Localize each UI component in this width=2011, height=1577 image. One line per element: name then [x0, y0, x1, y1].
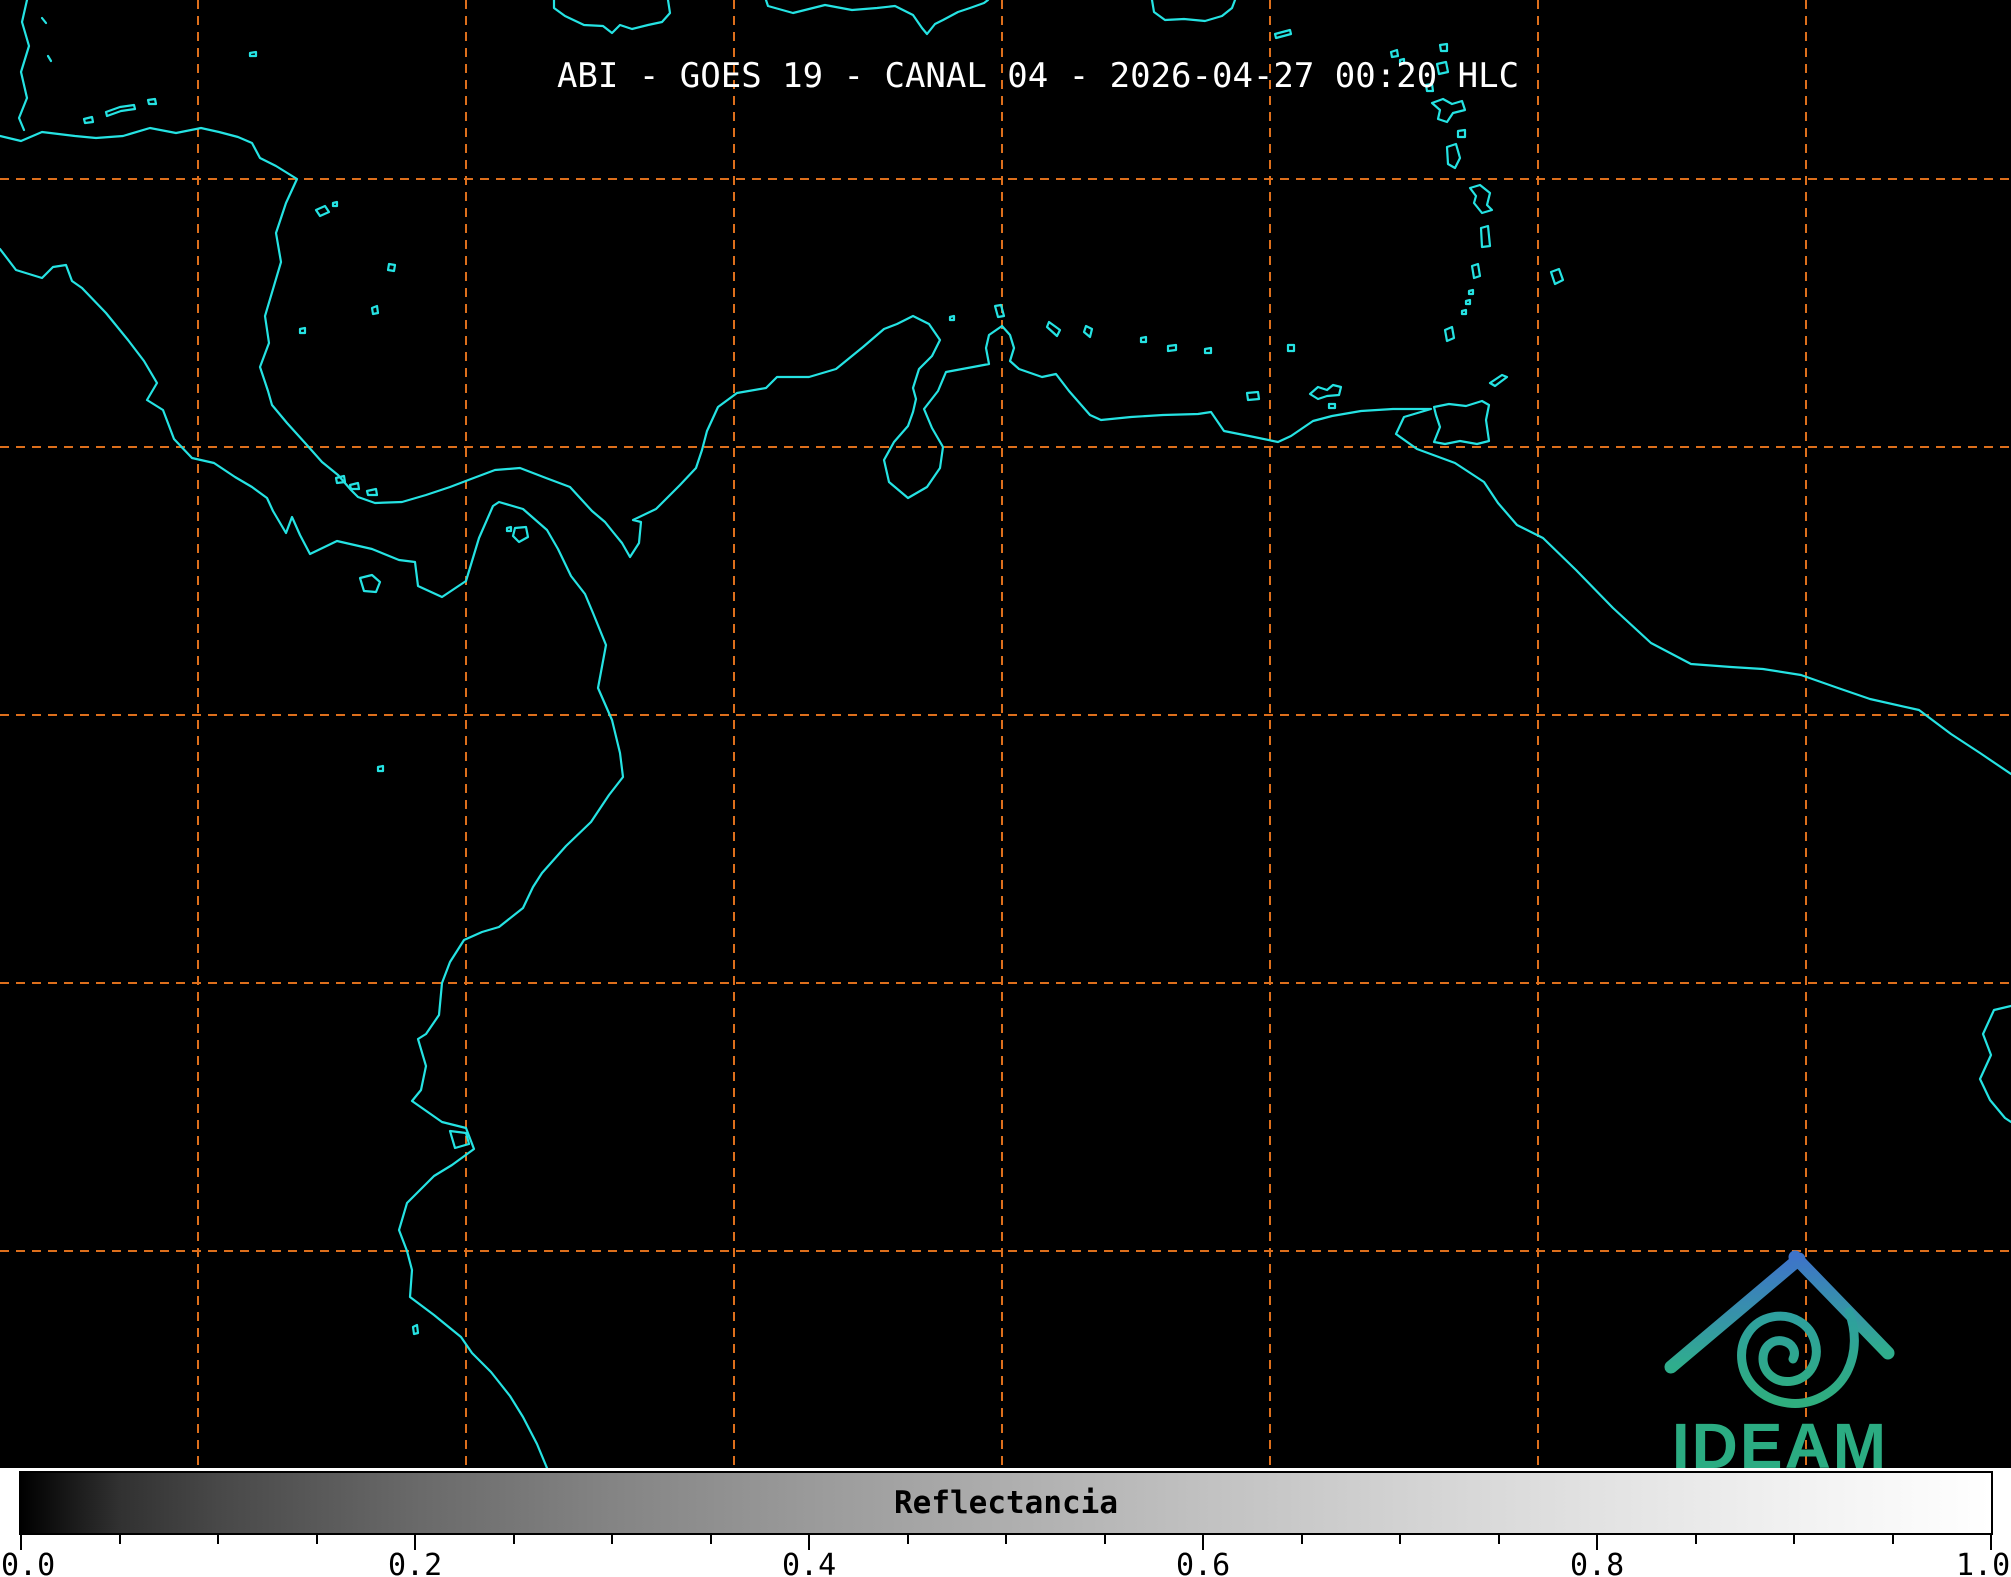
coastline-la-tortuga	[1245, 390, 1261, 402]
coastline-pacific-mainland	[0, 247, 625, 1468]
colorbar-label: Reflectancia	[894, 1485, 1118, 1521]
coastline-providencia	[386, 262, 397, 273]
coastline-corn-island	[298, 326, 307, 335]
colorbar-minor-tick	[611, 1535, 613, 1544]
coastline-la-blanquilla	[1286, 343, 1296, 353]
coastline-tobago	[1488, 373, 1509, 388]
colorbar-minor-tick	[1891, 1535, 1894, 1544]
colorbar-tick-label: 0.6	[1176, 1548, 1231, 1577]
coastline-barbuda	[1438, 42, 1449, 53]
coastline-coiba-island	[358, 573, 382, 594]
colorbar-minor-tick	[1793, 1535, 1795, 1544]
map-area: ABI - GOES 19 - CANAL 04 - 2026-04-27 00…	[0, 0, 2011, 1468]
colorbar-minor-tick	[217, 1535, 219, 1544]
colorbar-tick-label: 0.4	[782, 1548, 837, 1577]
ideam-logo: IDEAM	[1664, 1250, 1895, 1468]
coastline-guadeloupe	[1430, 97, 1467, 124]
coastline-dominica	[1445, 142, 1462, 170]
coastline-curacao	[1045, 320, 1062, 338]
coastline-st-lucia	[1479, 224, 1492, 249]
colorbar-tick-label: 0.2	[388, 1548, 443, 1577]
coastline-puerto-rico-south-coast	[1150, 0, 1237, 23]
colorbar-minor-tick	[1694, 1535, 1697, 1544]
coastline-barbados	[1549, 267, 1565, 286]
logo-text: IDEAM	[1672, 1410, 1888, 1468]
coastline-coche	[1327, 402, 1337, 410]
colorbar-tick-label: 0.0	[1, 1548, 56, 1577]
coastline-san-andres	[370, 304, 380, 316]
coastline-malpelo-island	[376, 764, 385, 773]
colorbar-minor-tick	[1497, 1535, 1500, 1544]
coastline-grenadine-3	[1467, 288, 1475, 296]
coastline-roatan-island	[104, 103, 137, 118]
coastline-grenada	[1443, 325, 1456, 343]
colorbar-minor-tick	[709, 1535, 712, 1544]
colorbar-minor-tick	[118, 1535, 121, 1544]
coastline-martinique	[1468, 183, 1494, 215]
coastline-belize-coast	[17, 0, 31, 132]
colorbar-minor-tick	[1005, 1535, 1007, 1544]
logo-hurricane-swirl-icon	[1737, 1307, 1859, 1408]
coastline-bocas-island-3	[365, 487, 379, 497]
coastline-bonaire	[1082, 324, 1094, 339]
coastline-hispaniola-south-coast	[764, 0, 990, 36]
colorbar-minor-tick	[512, 1535, 515, 1544]
coastline-las-aves	[1139, 335, 1148, 344]
coastline-grenadine-1	[1460, 308, 1468, 316]
coastline-trinidad	[1432, 399, 1491, 446]
colorbar-minor-tick	[906, 1535, 909, 1544]
coastline-los-monjes	[948, 314, 956, 322]
colorbar-minor-tick	[315, 1535, 318, 1544]
coastline-caribbean-mainland	[0, 126, 2011, 776]
coastline-jamaica-south-coast	[552, 0, 672, 35]
colorbar-frame: Reflectancia	[19, 1471, 1993, 1535]
colorbar-minor-tick	[1399, 1535, 1401, 1544]
coastline-cayos-miskitos	[314, 204, 331, 218]
colorbar-label-wrap: Reflectancia	[21, 1473, 1991, 1533]
coastline-utila-island	[82, 115, 95, 125]
coastline-bocas-island-2	[348, 481, 361, 491]
coastline-st-croix	[1273, 28, 1293, 40]
coastline-swan-island	[248, 50, 258, 58]
colorbar-tick-label: 0.8	[1570, 1548, 1625, 1577]
coastline-grenadine-2	[1464, 298, 1472, 306]
coastline-margarita	[1308, 383, 1343, 401]
coastline-pearl-island-dot	[505, 525, 513, 533]
satellite-image-viewer: ABI - GOES 19 - CANAL 04 - 2026-04-27 00…	[0, 0, 2011, 1577]
colorbar-tick-label: 1.0	[1956, 1548, 2011, 1577]
colorbar-panel: Reflectancia 0.0 0.2 0.4 0.6 0.8 1.0	[0, 1468, 2011, 1577]
coastline-belize-cay-1	[40, 16, 48, 25]
map-title: ABI - GOES 19 - CANAL 04 - 2026-04-27 00…	[556, 56, 1520, 96]
coastline-pearl-island-main	[511, 525, 530, 544]
coastline-miskito-cay	[331, 200, 339, 208]
coastline-guanaja-island	[146, 97, 158, 106]
coastline-st-vincent	[1470, 262, 1482, 280]
coastline-amazon-mouth-fragment	[1978, 1004, 2011, 1124]
coastline-belize-cay-2	[46, 54, 53, 63]
colorbar-minor-tick	[1300, 1535, 1303, 1544]
coastline-la-orchila	[1203, 346, 1213, 355]
coastline-los-roques	[1166, 343, 1178, 353]
coastline-lobos-island	[411, 1323, 420, 1336]
colorbar-minor-tick	[1103, 1535, 1106, 1544]
coastline-marie-galante	[1456, 128, 1467, 139]
